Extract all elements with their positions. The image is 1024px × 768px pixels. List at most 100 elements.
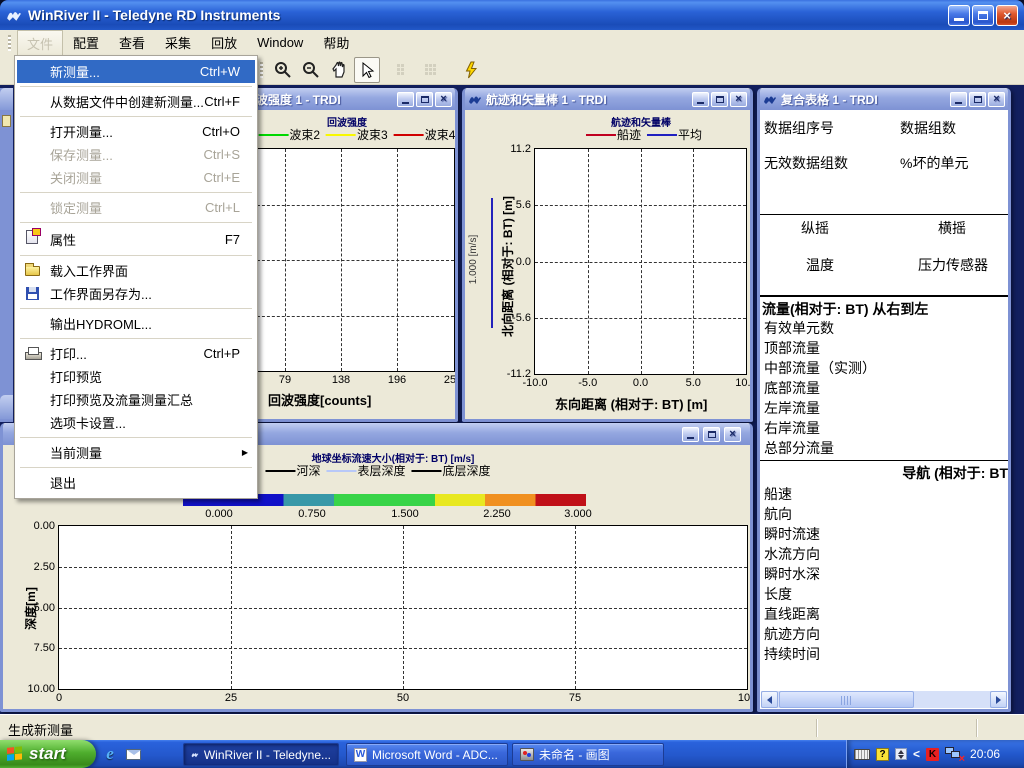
- task-label: 未命名 - 画图: [539, 746, 610, 763]
- menu-window[interactable]: Window: [247, 31, 313, 54]
- updown-tray-icon[interactable]: [895, 748, 907, 760]
- menu-item-properties[interactable]: 属性F7: [17, 226, 255, 252]
- maximize-button[interactable]: [711, 92, 728, 107]
- menu-help[interactable]: 帮助: [313, 29, 359, 56]
- tray-collapse-chevron[interactable]: <: [913, 747, 920, 761]
- minimize-button[interactable]: [692, 92, 709, 107]
- menu-item-new-measurement[interactable]: 新测量...Ctrl+W: [17, 60, 255, 83]
- velocity-scale: 1.000 [m/s]: [479, 198, 495, 328]
- zoom-in-icon[interactable]: [270, 57, 296, 83]
- x-tick: 5.0: [686, 377, 701, 389]
- network-disconnected-icon[interactable]: ×: [945, 747, 962, 761]
- taskbar-task-word[interactable]: W Microsoft Word - ADC...: [346, 743, 508, 766]
- menu-item-print-preview[interactable]: 打印预览: [17, 365, 255, 388]
- menu-playback[interactable]: 回放: [201, 29, 247, 56]
- toolbar-grip-2[interactable]: [260, 62, 263, 78]
- minimize-button[interactable]: [950, 92, 967, 107]
- internet-explorer-icon[interactable]: e: [100, 744, 120, 764]
- menu-item-print-preview-discharge-summary[interactable]: 打印预览及流量测量汇总: [17, 388, 255, 411]
- help-tray-icon[interactable]: ?: [876, 748, 889, 761]
- maximize-button[interactable]: [703, 427, 720, 442]
- intensity-plot[interactable]: 79 138 196 255: [241, 148, 455, 372]
- scroll-right-icon: [996, 696, 1005, 704]
- menu-item-current-measurement[interactable]: 当前测量▶: [17, 441, 255, 464]
- menu-item-shortcut: F7: [225, 232, 240, 247]
- y-tick: 0.00: [34, 520, 55, 532]
- antivirus-tray-icon[interactable]: K: [926, 748, 939, 761]
- legend-label: 平均: [678, 126, 702, 143]
- maximize-button[interactable]: [969, 92, 986, 107]
- select-arrow-icon[interactable]: [354, 57, 380, 83]
- maximize-button[interactable]: [416, 92, 433, 107]
- echo-intensity-caption[interactable]: 波强度 1 - TRDI ×: [235, 88, 455, 110]
- divider: [760, 295, 1008, 297]
- maximize-icon: [974, 96, 982, 103]
- gridline: [59, 648, 747, 649]
- taskbar-task-paint[interactable]: 未命名 - 画图: [512, 743, 664, 766]
- menu-item-load-workspace[interactable]: 载入工作界面: [17, 259, 255, 282]
- tray-clock: 20:06: [970, 747, 1000, 761]
- close-icon: ×: [729, 429, 735, 440]
- close-button[interactable]: ×: [996, 5, 1018, 26]
- table-label: 航向: [764, 504, 792, 524]
- menu-item-open-measurement[interactable]: 打开测量...Ctrl+O: [17, 120, 255, 143]
- table-label: 数据组数: [900, 118, 956, 138]
- start-button[interactable]: start: [0, 740, 96, 768]
- close-button[interactable]: ×: [730, 92, 747, 107]
- scroll-left-button[interactable]: [761, 691, 778, 708]
- menu-acquire[interactable]: 采集: [155, 29, 201, 56]
- outlook-express-icon[interactable]: [123, 744, 143, 764]
- ship-track-content: 航迹和矢量棒 船迹 平均 1.000 [m/s] 北向距离 (相对于: BT) …: [465, 110, 750, 419]
- pan-hand-icon[interactable]: [326, 57, 352, 83]
- menu-view[interactable]: 查看: [109, 29, 155, 56]
- scroll-right-button[interactable]: [990, 691, 1007, 708]
- table-label: 总部分流量: [764, 438, 834, 458]
- composite-table-caption[interactable]: 复合表格 1 - TRDI ×: [760, 88, 1008, 110]
- menubar: 文件 配置 查看 采集 回放 Window 帮助: [0, 30, 1024, 55]
- close-button[interactable]: ×: [988, 92, 1005, 107]
- maximize-icon: [708, 431, 716, 438]
- legend-label: 底层深度: [443, 462, 491, 479]
- table-label: 纵摇: [801, 218, 829, 238]
- maximize-button[interactable]: [972, 5, 994, 26]
- keyboard-layout-icon[interactable]: [854, 749, 870, 760]
- menu-item-shortcut: Ctrl+L: [205, 200, 240, 215]
- scrollbar-thumb[interactable]: [779, 691, 914, 708]
- contour-plot[interactable]: 0.00 2.50 5.00 7.50 10.00 0 25 50 75 100: [58, 525, 748, 690]
- minimize-button[interactable]: [397, 92, 414, 107]
- close-button[interactable]: ×: [724, 427, 741, 442]
- menu-item-print[interactable]: 打印...Ctrl+P: [17, 342, 255, 365]
- ship-track-plot[interactable]: 11.2 5.6 0.0 -5.6 -11.2 -10.0 -5.0 0.0 5…: [534, 148, 747, 375]
- minimize-button[interactable]: [682, 427, 699, 442]
- main-titlebar[interactable]: WinRiver II - Teledyne RD Instruments ×: [0, 0, 1024, 30]
- taskbar-task-winriver[interactable]: WinRiver II - Teledyne...: [183, 743, 339, 766]
- table-label: %坏的单元: [900, 153, 968, 173]
- app-icon: [6, 8, 22, 22]
- ship-track-caption[interactable]: 航迹和矢量棒 1 - TRDI ×: [465, 88, 750, 110]
- menu-item-exit[interactable]: 退出: [17, 471, 255, 494]
- table-label: 中部流量（实测）: [764, 358, 876, 378]
- insert-ensembles-icon: [420, 57, 446, 83]
- toolbar-grip[interactable]: [8, 35, 11, 51]
- windows-flag-icon: [7, 746, 24, 763]
- menu-configure[interactable]: 配置: [63, 29, 109, 56]
- y-tick: 7.50: [34, 642, 55, 654]
- menu-separator: [20, 86, 252, 87]
- window-title: WinRiver II - Teledyne RD Instruments: [28, 7, 946, 23]
- horizontal-scrollbar[interactable]: [761, 691, 1007, 708]
- x-tick: 138: [332, 374, 350, 386]
- lightning-icon[interactable]: [458, 57, 484, 83]
- menu-item-shortcut: Ctrl+O: [202, 124, 240, 139]
- x-tick: 255: [444, 374, 455, 386]
- up-arrow-icon: [898, 747, 904, 754]
- menu-item-export-hydroml[interactable]: 输出HYDROML...: [17, 312, 255, 335]
- zoom-out-icon[interactable]: [298, 57, 324, 83]
- legend-label: 波束2: [289, 126, 320, 143]
- minimize-button[interactable]: [948, 5, 970, 26]
- menu-item-new-from-data-file[interactable]: 从数据文件中创建新测量...Ctrl+F: [17, 90, 255, 113]
- menu-file[interactable]: 文件: [17, 30, 63, 56]
- close-button[interactable]: ×: [435, 92, 452, 107]
- menu-item-save-workspace-as[interactable]: 工作界面另存为...: [17, 282, 255, 305]
- menu-item-tab-settings[interactable]: 选项卡设置...: [17, 411, 255, 434]
- maximize-icon: [421, 96, 429, 103]
